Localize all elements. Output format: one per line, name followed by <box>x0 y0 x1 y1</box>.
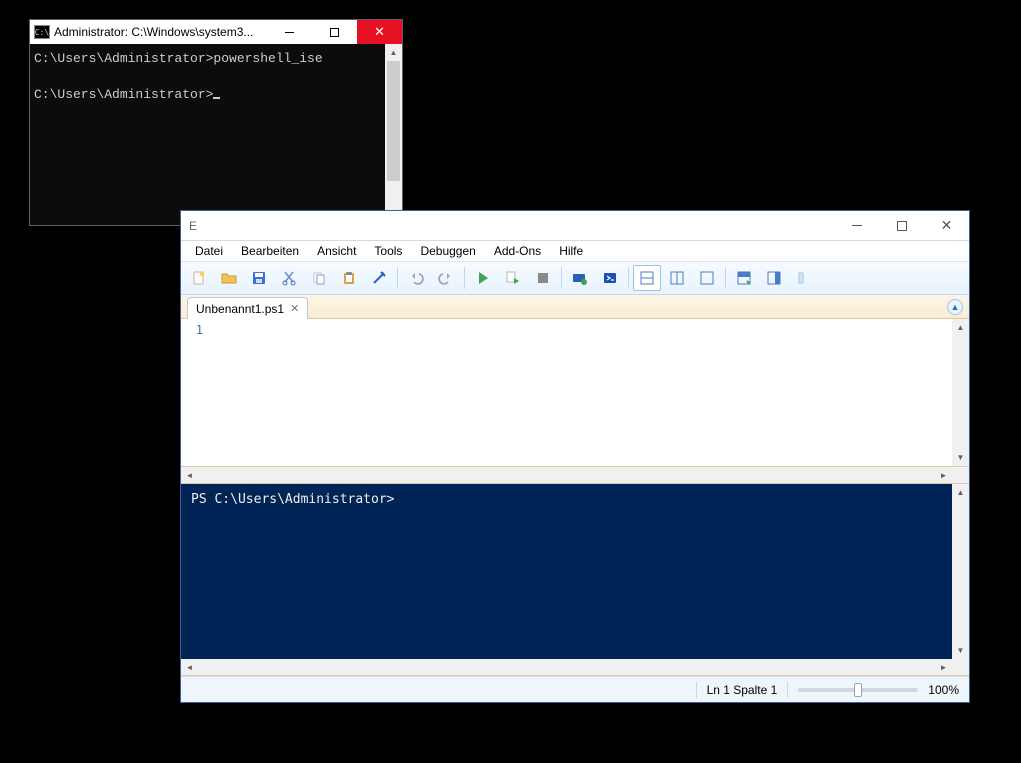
editor-tab[interactable]: Unbenannt1.ps1 ✕ <box>187 297 308 319</box>
show-command-addon-button[interactable] <box>760 265 788 291</box>
cut-button[interactable] <box>275 265 303 291</box>
console-prompt: PS C:\Users\Administrator> <box>191 492 395 507</box>
scroll-up-icon[interactable]: ▲ <box>952 484 969 501</box>
cmd-line: C:\Users\Administrator>powershell_ise <box>34 51 323 66</box>
cmd-cursor <box>213 97 220 99</box>
toolbox-button[interactable] <box>790 265 818 291</box>
scroll-right-icon[interactable]: ► <box>935 659 952 675</box>
copy-button[interactable] <box>305 265 333 291</box>
tab-label: Unbenannt1.ps1 <box>196 302 284 316</box>
close-button[interactable]: ✕ <box>924 212 969 240</box>
scroll-right-icon[interactable]: ► <box>935 467 952 483</box>
toolbar <box>181 261 969 295</box>
collapse-script-pane-button[interactable]: ▲ <box>947 299 963 315</box>
cmd-line: C:\Users\Administrator> <box>34 87 213 102</box>
ise-titlebar[interactable]: E ✕ <box>181 211 969 241</box>
scroll-down-icon[interactable]: ▼ <box>952 449 969 466</box>
menu-datei[interactable]: Datei <box>187 242 231 260</box>
code-area[interactable] <box>209 319 952 466</box>
zoom-level: 100% <box>928 683 959 697</box>
toolbar-separator <box>561 267 562 289</box>
redo-button[interactable] <box>432 265 460 291</box>
console-vscrollbar[interactable]: ▲ ▼ <box>952 484 969 659</box>
scroll-left-icon[interactable]: ◄ <box>181 467 198 483</box>
editor-tabbar: Unbenannt1.ps1 ✕ ▲ <box>181 295 969 319</box>
ise-window: E ✕ Datei Bearbeiten Ansicht Tools Debug… <box>180 210 970 703</box>
save-file-button[interactable] <box>245 265 273 291</box>
toolbar-separator <box>628 267 629 289</box>
paste-button[interactable] <box>335 265 363 291</box>
stop-button[interactable] <box>529 265 557 291</box>
cursor-position: Ln 1 Spalte 1 <box>707 683 778 697</box>
minimize-button[interactable] <box>267 20 312 44</box>
zoom-slider-knob[interactable] <box>854 683 862 697</box>
status-bar: Ln 1 Spalte 1 100% <box>181 676 969 702</box>
toolbar-separator <box>725 267 726 289</box>
maximize-button[interactable] <box>312 20 357 44</box>
run-script-button[interactable] <box>469 265 497 291</box>
menu-ansicht[interactable]: Ansicht <box>309 242 364 260</box>
line-gutter: 1 <box>181 319 209 466</box>
remote-ps-button[interactable] <box>566 265 594 291</box>
cmd-icon: C:\ <box>34 25 50 39</box>
scroll-left-icon[interactable]: ◄ <box>181 659 198 675</box>
menu-bar: Datei Bearbeiten Ansicht Tools Debuggen … <box>181 241 969 261</box>
editor-vscrollbar[interactable]: ▲ ▼ <box>952 319 969 466</box>
layout-vertical-button[interactable] <box>663 265 691 291</box>
menu-debuggen[interactable]: Debuggen <box>412 242 483 260</box>
cmd-window: C:\ Administrator: C:\Windows\system3...… <box>29 19 403 226</box>
cmd-titlebar[interactable]: C:\ Administrator: C:\Windows\system3...… <box>30 20 402 44</box>
clear-button[interactable] <box>365 265 393 291</box>
open-file-button[interactable] <box>215 265 243 291</box>
console-pane: PS C:\Users\Administrator> ▲ ▼ <box>181 484 969 659</box>
menu-bearbeiten[interactable]: Bearbeiten <box>233 242 307 260</box>
undo-button[interactable] <box>402 265 430 291</box>
console-hscrollbar[interactable]: ◄ ► <box>181 659 969 676</box>
powershell-button[interactable] <box>596 265 624 291</box>
scroll-up-icon[interactable]: ▲ <box>952 319 969 336</box>
cmd-body: C:\Users\Administrator>powershell_ise C:… <box>30 44 402 225</box>
show-script-pane-button[interactable] <box>730 265 758 291</box>
ise-title-text: E <box>181 219 834 233</box>
console-output[interactable]: PS C:\Users\Administrator> <box>181 484 952 659</box>
scroll-up-icon[interactable]: ▲ <box>385 44 402 61</box>
script-editor: 1 ▲ ▼ <box>181 319 969 467</box>
new-file-button[interactable] <box>185 265 213 291</box>
layout-horizontal-button[interactable] <box>633 265 661 291</box>
cmd-scrollbar[interactable]: ▲ ▼ <box>385 44 402 225</box>
status-divider <box>787 682 788 698</box>
scroll-thumb[interactable] <box>387 61 400 181</box>
menu-tools[interactable]: Tools <box>366 242 410 260</box>
close-tab-icon[interactable]: ✕ <box>290 302 299 315</box>
status-divider <box>696 682 697 698</box>
cmd-title-text: Administrator: C:\Windows\system3... <box>54 25 267 39</box>
layout-full-button[interactable] <box>693 265 721 291</box>
scroll-down-icon[interactable]: ▼ <box>952 642 969 659</box>
run-selection-button[interactable] <box>499 265 527 291</box>
zoom-slider[interactable] <box>798 688 918 692</box>
menu-hilfe[interactable]: Hilfe <box>551 242 591 260</box>
toolbar-separator <box>397 267 398 289</box>
toolbar-separator <box>464 267 465 289</box>
maximize-button[interactable] <box>879 212 924 240</box>
line-number: 1 <box>181 323 203 337</box>
editor-hscrollbar[interactable]: ◄ ► <box>181 467 969 484</box>
close-button[interactable]: ✕ <box>357 20 402 44</box>
minimize-button[interactable] <box>834 212 879 240</box>
menu-addons[interactable]: Add-Ons <box>486 242 549 260</box>
cmd-output[interactable]: C:\Users\Administrator>powershell_ise C:… <box>30 44 385 225</box>
